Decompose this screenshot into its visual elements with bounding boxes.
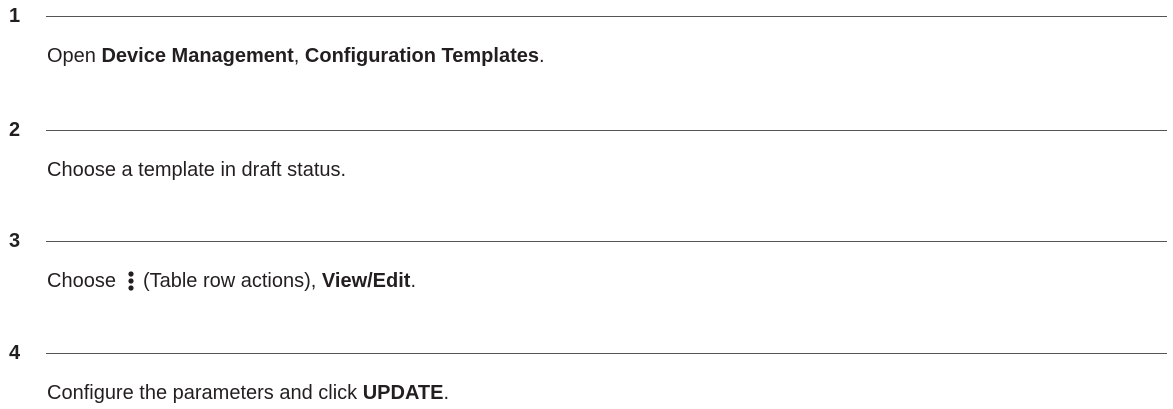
step-header: 3 — [0, 229, 1173, 253]
step-instruction: Open Device Management, Configuration Te… — [47, 44, 545, 68]
step-number: 3 — [9, 230, 21, 252]
step-header: 4 — [0, 341, 1173, 365]
vertical-ellipsis-icon — [126, 270, 136, 292]
step-number: 2 — [9, 119, 21, 141]
step-text-end: . — [410, 270, 417, 292]
divider — [46, 16, 1167, 17]
step-instruction: Configure the parameters and click UPDAT… — [47, 381, 449, 405]
divider — [46, 130, 1167, 131]
step-text: Configure the parameters and click — [47, 382, 363, 404]
step-instruction: Choose (Table row actions), View/Edit. — [47, 269, 416, 293]
step-instruction: Choose a template in draft status. — [47, 158, 346, 182]
step-text-end: . — [443, 382, 450, 404]
step-text-end: . — [539, 45, 545, 67]
step-text-separator: , — [293, 45, 305, 67]
step-header: 2 — [0, 118, 1173, 142]
divider — [46, 353, 1167, 354]
step-text: Choose a template in draft status. — [47, 159, 347, 181]
step-text: Choose — [47, 270, 116, 292]
divider — [46, 241, 1167, 242]
icon-caption: (Table row actions), — [142, 270, 322, 292]
step-text: Open — [47, 45, 102, 67]
step-number: 1 — [9, 5, 21, 27]
step-number: 4 — [9, 342, 21, 364]
step-header: 1 — [0, 4, 1173, 28]
button-name-update: UPDATE — [362, 382, 444, 404]
menu-path-device-management: Device Management — [101, 45, 294, 67]
menu-path-configuration-templates: Configuration Templates — [304, 45, 539, 67]
menu-path-view-edit: View/Edit — [321, 270, 411, 292]
